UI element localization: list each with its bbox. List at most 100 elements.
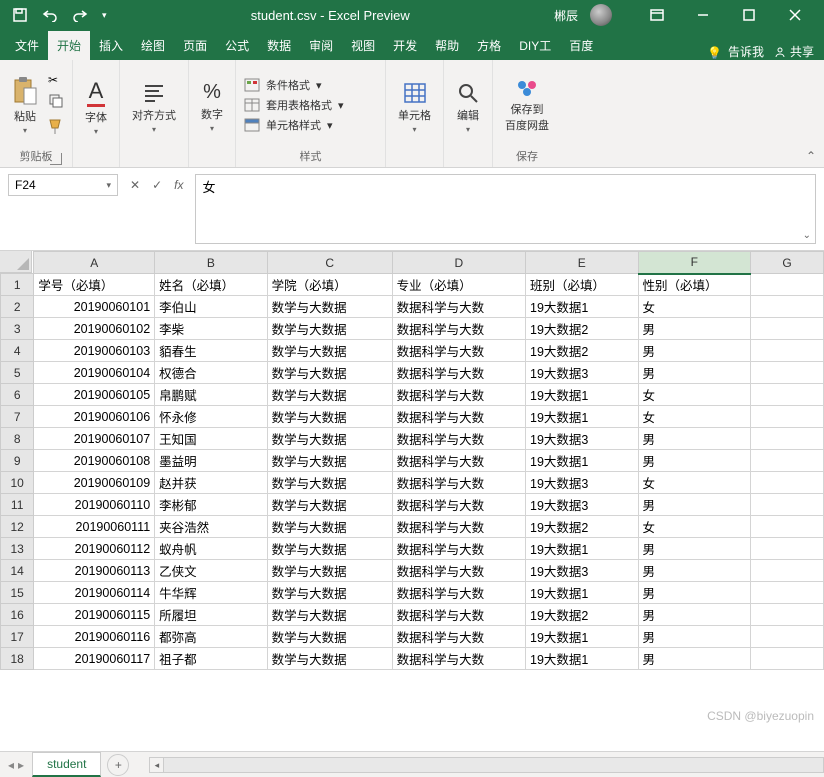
- formula-input[interactable]: 女 ⌄: [195, 174, 816, 244]
- cell[interactable]: 19大数据1: [526, 406, 639, 428]
- cell[interactable]: 数据科学与大数: [392, 384, 525, 406]
- sheet-tab-active[interactable]: student: [32, 752, 101, 777]
- cell[interactable]: 20190060106: [34, 406, 155, 428]
- save-to-baidu-button[interactable]: 保存到 百度网盘: [501, 75, 553, 135]
- cell[interactable]: 20190060110: [34, 494, 155, 516]
- cell[interactable]: 祖子都: [155, 648, 268, 670]
- cell[interactable]: 牛华辉: [155, 582, 268, 604]
- cell-styles-button[interactable]: 单元格样式 ▾: [244, 117, 344, 133]
- cell[interactable]: 数据科学与大数: [392, 604, 525, 626]
- alignment-button[interactable]: 对齐方式▾: [128, 79, 180, 136]
- user-name[interactable]: 郴辰: [554, 7, 578, 24]
- cell[interactable]: 数学与大数据: [267, 340, 392, 362]
- cell[interactable]: 李伯山: [155, 296, 268, 318]
- row-header[interactable]: 2: [1, 296, 34, 318]
- cell[interactable]: 数据科学与大数: [392, 362, 525, 384]
- cell[interactable]: [751, 384, 824, 406]
- cell[interactable]: 19大数据3: [526, 472, 639, 494]
- row-header[interactable]: 3: [1, 318, 34, 340]
- ribbon-display-icon[interactable]: [634, 0, 680, 30]
- cell[interactable]: 夹谷浩然: [155, 516, 268, 538]
- close-icon[interactable]: [772, 0, 818, 30]
- cell[interactable]: 数据科学与大数: [392, 406, 525, 428]
- cell[interactable]: 女: [638, 406, 751, 428]
- tab-insert[interactable]: 插入: [90, 31, 132, 60]
- tab-view[interactable]: 视图: [342, 31, 384, 60]
- cell[interactable]: 数学与大数据: [267, 626, 392, 648]
- cell[interactable]: 女: [638, 516, 751, 538]
- cell[interactable]: [751, 428, 824, 450]
- cell[interactable]: 19大数据3: [526, 560, 639, 582]
- cell[interactable]: [751, 648, 824, 670]
- cell[interactable]: 20190060105: [34, 384, 155, 406]
- cell[interactable]: 19大数据2: [526, 340, 639, 362]
- sheet-nav-prev-icon[interactable]: ◂: [8, 758, 14, 772]
- cell[interactable]: 数据科学与大数: [392, 450, 525, 472]
- cell[interactable]: 男: [638, 428, 751, 450]
- cell[interactable]: 男: [638, 450, 751, 472]
- row-header[interactable]: 12: [1, 516, 34, 538]
- tab-review[interactable]: 审阅: [300, 31, 342, 60]
- cell[interactable]: 19大数据3: [526, 428, 639, 450]
- cell[interactable]: 20190060117: [34, 648, 155, 670]
- row-header[interactable]: 5: [1, 362, 34, 384]
- tab-home[interactable]: 开始: [48, 31, 90, 60]
- column-header-G[interactable]: G: [751, 252, 824, 274]
- copy-icon[interactable]: [48, 93, 64, 112]
- user-avatar-icon[interactable]: [590, 4, 612, 26]
- font-button[interactable]: A 字体▾: [81, 76, 111, 138]
- cell[interactable]: 数学与大数据: [267, 296, 392, 318]
- cell[interactable]: 数学与大数据: [267, 450, 392, 472]
- cells-button[interactable]: 单元格▾: [394, 79, 435, 136]
- cell[interactable]: 男: [638, 626, 751, 648]
- minimize-icon[interactable]: [680, 0, 726, 30]
- format-painter-icon[interactable]: [48, 118, 64, 137]
- cell[interactable]: [751, 516, 824, 538]
- row-header[interactable]: 6: [1, 384, 34, 406]
- cell[interactable]: 姓名（必填）: [155, 274, 268, 296]
- cell[interactable]: 数据科学与大数: [392, 472, 525, 494]
- cell[interactable]: 20190060114: [34, 582, 155, 604]
- cell[interactable]: 男: [638, 582, 751, 604]
- editing-button[interactable]: 编辑▾: [452, 79, 484, 136]
- cell[interactable]: 所履坦: [155, 604, 268, 626]
- cancel-icon[interactable]: ✕: [130, 178, 140, 192]
- cell[interactable]: 男: [638, 604, 751, 626]
- add-sheet-icon[interactable]: +: [107, 754, 129, 776]
- cell[interactable]: 班别（必填）: [526, 274, 639, 296]
- cell[interactable]: 赵并获: [155, 472, 268, 494]
- cell[interactable]: 19大数据2: [526, 516, 639, 538]
- cell[interactable]: 数据科学与大数: [392, 428, 525, 450]
- cell[interactable]: 19大数据3: [526, 494, 639, 516]
- cell[interactable]: 数学与大数据: [267, 472, 392, 494]
- column-header-B[interactable]: B: [155, 252, 268, 274]
- tab-help[interactable]: 帮助: [426, 31, 468, 60]
- cell[interactable]: 女: [638, 472, 751, 494]
- row-header[interactable]: 4: [1, 340, 34, 362]
- cell[interactable]: 20190060103: [34, 340, 155, 362]
- name-box[interactable]: F24 ▾: [8, 174, 118, 196]
- cell[interactable]: 数据科学与大数: [392, 340, 525, 362]
- formula-expand-icon[interactable]: ⌄: [803, 230, 811, 241]
- cell[interactable]: 李彬郁: [155, 494, 268, 516]
- cell[interactable]: 20190060102: [34, 318, 155, 340]
- cell[interactable]: 数据科学与大数: [392, 516, 525, 538]
- cell[interactable]: 数学与大数据: [267, 582, 392, 604]
- cell[interactable]: 男: [638, 318, 751, 340]
- cell[interactable]: 男: [638, 494, 751, 516]
- cell[interactable]: 19大数据1: [526, 538, 639, 560]
- column-header-C[interactable]: C: [267, 252, 392, 274]
- undo-icon[interactable]: [42, 7, 58, 23]
- cell[interactable]: 19大数据1: [526, 384, 639, 406]
- column-header-F[interactable]: F: [638, 252, 751, 274]
- paste-button[interactable]: 粘贴▾: [8, 74, 42, 137]
- lightbulb-icon[interactable]: 💡: [707, 46, 722, 60]
- cell[interactable]: [751, 582, 824, 604]
- row-header[interactable]: 18: [1, 648, 34, 670]
- number-button[interactable]: % 数字▾: [197, 79, 227, 135]
- format-as-table-button[interactable]: 套用表格格式 ▾: [244, 97, 344, 113]
- save-icon[interactable]: [12, 7, 28, 23]
- cell[interactable]: [751, 494, 824, 516]
- tab-file[interactable]: 文件: [6, 31, 48, 60]
- maximize-icon[interactable]: [726, 0, 772, 30]
